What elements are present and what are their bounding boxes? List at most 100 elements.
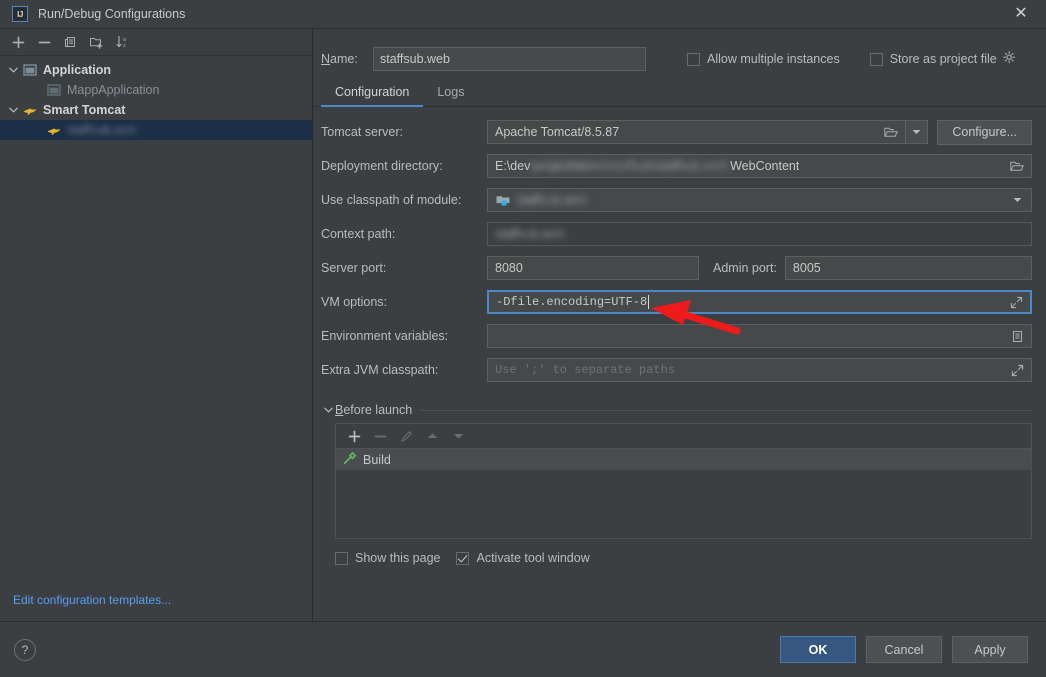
tree-node-mappapplication[interactable]: MappApplication: [0, 80, 312, 100]
tomcat-server-dropdown-button[interactable]: [906, 120, 929, 144]
vm-options-label: VM options:: [321, 295, 388, 309]
show-this-page-label: Show this page: [355, 551, 441, 565]
use-classpath-of-module-value: staffsub.web: [517, 193, 587, 207]
admin-port-value: 8005: [792, 261, 821, 275]
expand-editor-icon[interactable]: [1007, 360, 1027, 380]
chevron-down-icon[interactable]: [321, 407, 335, 413]
bottom-options: Show this page Activate tool window: [335, 551, 1046, 565]
admin-port-label: Admin port:: [713, 261, 777, 275]
extra-jvm-classpath-field[interactable]: Use ';' to separate paths: [487, 358, 1032, 382]
remove-configuration-button[interactable]: [32, 31, 56, 53]
tree-node-application[interactable]: Application: [0, 60, 312, 80]
deployment-directory-field[interactable]: E:\dev \project\demo\staffsub\staffsub.w…: [487, 154, 1032, 178]
name-input[interactable]: [373, 47, 646, 71]
ok-button[interactable]: OK: [780, 636, 856, 663]
activate-tool-window-checkbox[interactable]: Activate tool window: [456, 551, 590, 565]
configurations-tree[interactable]: Application MappApplication Smart Tomcat st…: [0, 56, 312, 621]
environment-variables-label: Environment variables:: [321, 329, 449, 343]
sort-alpha-icon[interactable]: a z: [110, 31, 134, 53]
environment-variables-field[interactable]: [487, 324, 1032, 348]
before-launch-title: Before launch: [335, 403, 413, 417]
tree-node-label: Application: [43, 63, 112, 77]
admin-port-field[interactable]: 8005: [784, 256, 1032, 280]
checkbox-box: [687, 52, 700, 66]
context-path-field[interactable]: staffsub.web: [487, 222, 1032, 246]
logo-text: IJ: [17, 9, 23, 19]
configurations-sidebar: a z Application MappApplication Smart Tomc…: [0, 29, 313, 621]
activate-tool-window-label: Activate tool window: [476, 551, 590, 565]
close-icon[interactable]: ✕: [1010, 3, 1032, 25]
tree-node-smart-tomcat[interactable]: Smart Tomcat: [0, 100, 312, 120]
before-launch-toolbar: [336, 424, 1031, 449]
extra-jvm-classpath-placeholder: Use ';' to separate paths: [495, 363, 676, 377]
use-classpath-of-module-combobox[interactable]: staffsub.web: [487, 188, 1032, 212]
extra-jvm-classpath-row: Extra JVM classpath: Use ';' to separate…: [321, 358, 1032, 382]
context-path-value: staffsub.web: [495, 227, 565, 241]
edit-configuration-templates-link[interactable]: Edit configuration templates...: [13, 593, 171, 607]
checkbox-box: [456, 551, 470, 565]
tab-logs[interactable]: Logs: [423, 85, 478, 106]
name-row-options: Allow multiple instances Store as projec…: [687, 51, 1016, 67]
configuration-main-panel: Name: Allow multiple instances Store as …: [313, 29, 1046, 621]
tomcat-server-field[interactable]: Apache Tomcat/8.5.87: [487, 120, 907, 144]
before-launch-task-row[interactable]: Build: [336, 449, 1031, 470]
show-this-page-checkbox[interactable]: Show this page: [335, 551, 440, 565]
tree-node-label: staffsub.web: [67, 123, 137, 137]
deployment-directory-prefix: E:\dev: [495, 159, 531, 173]
before-launch-panel: Build: [335, 423, 1032, 539]
before-launch-task-label: Build: [363, 452, 391, 467]
gear-icon[interactable]: [1002, 51, 1016, 67]
expand-editor-icon[interactable]: [1006, 292, 1026, 312]
module-icon: [495, 192, 511, 208]
add-configuration-button[interactable]: [6, 31, 30, 53]
application-icon: [22, 62, 38, 78]
store-as-project-file-checkbox[interactable]: Store as project file: [869, 51, 1016, 67]
configure-button[interactable]: Configure...: [937, 119, 1032, 145]
tab-configuration[interactable]: Configuration: [321, 85, 424, 107]
before-launch-header[interactable]: Before launch: [321, 403, 1032, 417]
environment-variables-row: Environment variables:: [321, 324, 1032, 348]
deployment-directory-label: Deployment directory:: [321, 159, 443, 173]
checkbox-box: [335, 551, 348, 565]
dialog-footer: ? OK Cancel Apply: [0, 621, 1046, 677]
apply-button[interactable]: Apply: [952, 636, 1028, 663]
before-launch-divider: [420, 409, 1032, 411]
intellij-logo-icon: IJ: [12, 6, 28, 22]
store-as-project-file-label: Store as project file: [889, 52, 997, 66]
server-port-field[interactable]: 8080: [487, 256, 699, 280]
allow-multiple-instances-checkbox[interactable]: Allow multiple instances: [687, 52, 840, 66]
name-label: Name:: [321, 52, 358, 66]
allow-multiple-instances-label: Allow multiple instances: [707, 52, 840, 66]
tomcat-icon: [22, 102, 38, 118]
chevron-down-icon[interactable]: [6, 63, 20, 77]
title-bar: IJ Run/Debug Configurations ✕: [0, 0, 1046, 29]
build-hammer-icon: [343, 451, 357, 468]
vm-options-value: -Dfile.encoding=UTF-8: [496, 295, 648, 309]
configuration-tabs[interactable]: Configuration Logs: [313, 77, 1046, 107]
environment-variables-browse-icon[interactable]: [1007, 326, 1027, 346]
folder-add-icon[interactable]: [84, 31, 108, 53]
browse-folder-icon[interactable]: [881, 122, 901, 142]
deployment-directory-row: Deployment directory: E:\dev \project\de…: [321, 154, 1032, 178]
tree-node-redacted[interactable]: staffsub.web: [0, 120, 312, 140]
cancel-button[interactable]: Cancel: [866, 636, 942, 663]
deployment-directory-suffix: WebContent: [730, 159, 800, 173]
browse-folder-icon[interactable]: [1007, 156, 1027, 176]
chevron-down-icon[interactable]: [1007, 190, 1027, 210]
tomcat-server-value: Apache Tomcat/8.5.87: [495, 125, 620, 139]
dialog-body: a z Application MappApplication Smart Tomc…: [0, 29, 1046, 621]
arrow-down-icon: [446, 425, 470, 447]
chevron-down-icon[interactable]: [6, 103, 20, 117]
pencil-icon: [394, 425, 418, 447]
application-icon: [46, 82, 62, 98]
add-task-button[interactable]: [342, 425, 366, 447]
context-path-label: Context path:: [321, 227, 396, 241]
sidebar-toolbar: a z: [0, 29, 312, 56]
vm-options-field[interactable]: -Dfile.encoding=UTF-8: [487, 290, 1032, 314]
help-icon[interactable]: ?: [14, 638, 36, 661]
checkbox-box: [869, 52, 883, 66]
tomcat-server-label: Tomcat server:: [321, 125, 403, 139]
copy-configuration-button[interactable]: [58, 31, 82, 53]
